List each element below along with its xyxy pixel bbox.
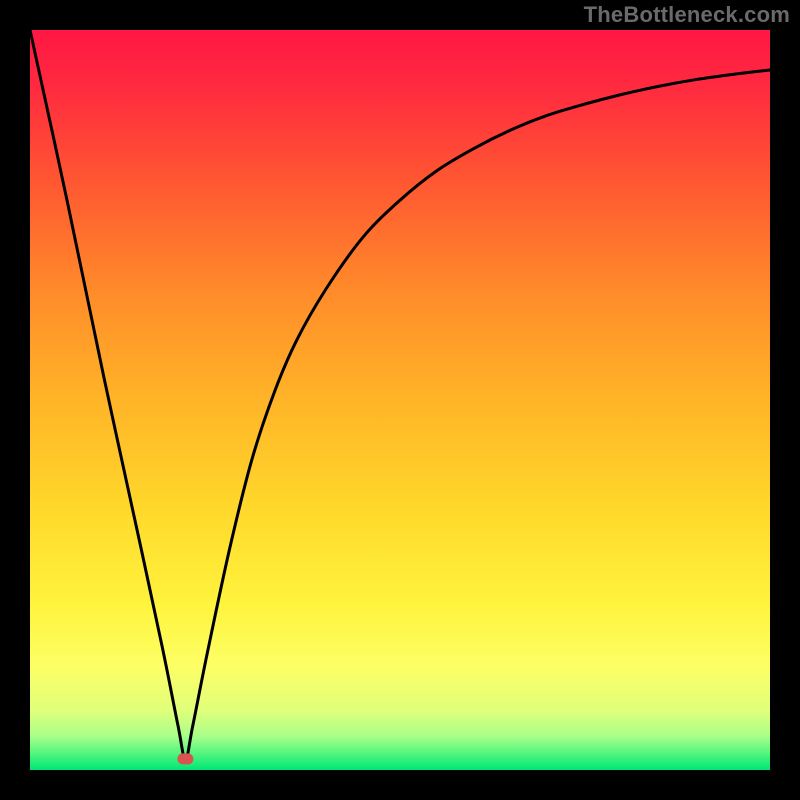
bottleneck-chart xyxy=(30,30,770,770)
gradient-background xyxy=(30,30,770,770)
optimal-point-marker xyxy=(177,753,193,764)
watermark-text: TheBottleneck.com xyxy=(584,2,790,28)
plot-area xyxy=(30,30,770,770)
chart-frame: TheBottleneck.com xyxy=(0,0,800,800)
